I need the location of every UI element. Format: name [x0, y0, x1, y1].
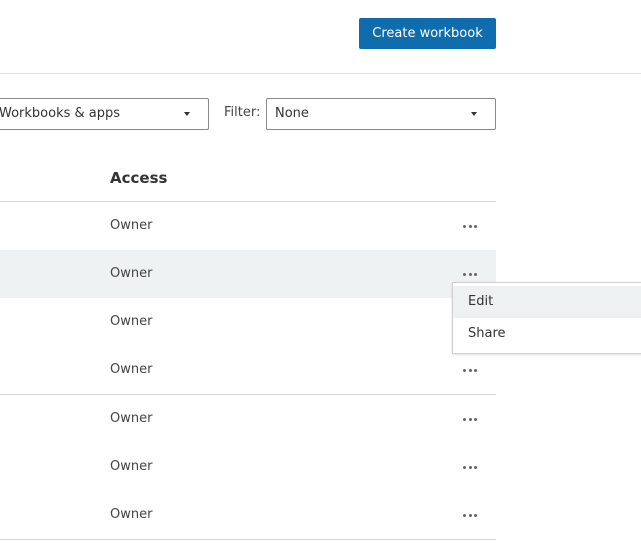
- header-divider: [0, 73, 641, 74]
- context-menu: Edit Share: [452, 282, 641, 354]
- menu-item-label: Edit: [468, 294, 494, 309]
- create-workbook-button[interactable]: Create workbook: [359, 18, 496, 49]
- caret-down-icon: [184, 112, 190, 116]
- caret-down-icon: [471, 112, 477, 116]
- table-bottom-divider: [0, 539, 496, 540]
- more-options-icon[interactable]: [460, 462, 480, 472]
- menu-item-share[interactable]: Share: [453, 318, 641, 350]
- table-row[interactable]: Owner: [0, 250, 496, 298]
- access-column-header: Access: [110, 169, 168, 187]
- access-cell: Owner: [110, 411, 153, 426]
- access-cell: Owner: [110, 266, 153, 281]
- filter-select-value: None: [275, 106, 309, 121]
- more-options-icon[interactable]: [460, 510, 480, 520]
- more-options-icon[interactable]: [460, 414, 480, 424]
- access-cell: Owner: [110, 459, 153, 474]
- access-cell: Owner: [110, 218, 153, 233]
- table-row[interactable]: Owner: [0, 491, 496, 539]
- table-row[interactable]: Owner: [0, 346, 496, 394]
- more-options-icon[interactable]: [460, 269, 480, 279]
- table-row[interactable]: Owner: [0, 298, 496, 346]
- menu-item-edit[interactable]: Edit: [453, 286, 641, 318]
- table-row[interactable]: Owner: [0, 443, 496, 491]
- filter-label: Filter:: [224, 105, 261, 120]
- more-options-icon[interactable]: [460, 221, 480, 231]
- menu-item-label: Share: [468, 326, 506, 341]
- more-options-icon[interactable]: [460, 365, 480, 375]
- access-cell: Owner: [110, 314, 153, 329]
- access-cell: Owner: [110, 507, 153, 522]
- type-select-value: Workbooks & apps: [0, 106, 121, 121]
- table-row[interactable]: Owner: [0, 202, 496, 250]
- table-row[interactable]: Owner: [0, 395, 496, 443]
- filter-select[interactable]: None: [266, 98, 496, 130]
- type-select[interactable]: Workbooks & apps: [0, 98, 209, 130]
- access-cell: Owner: [110, 362, 153, 377]
